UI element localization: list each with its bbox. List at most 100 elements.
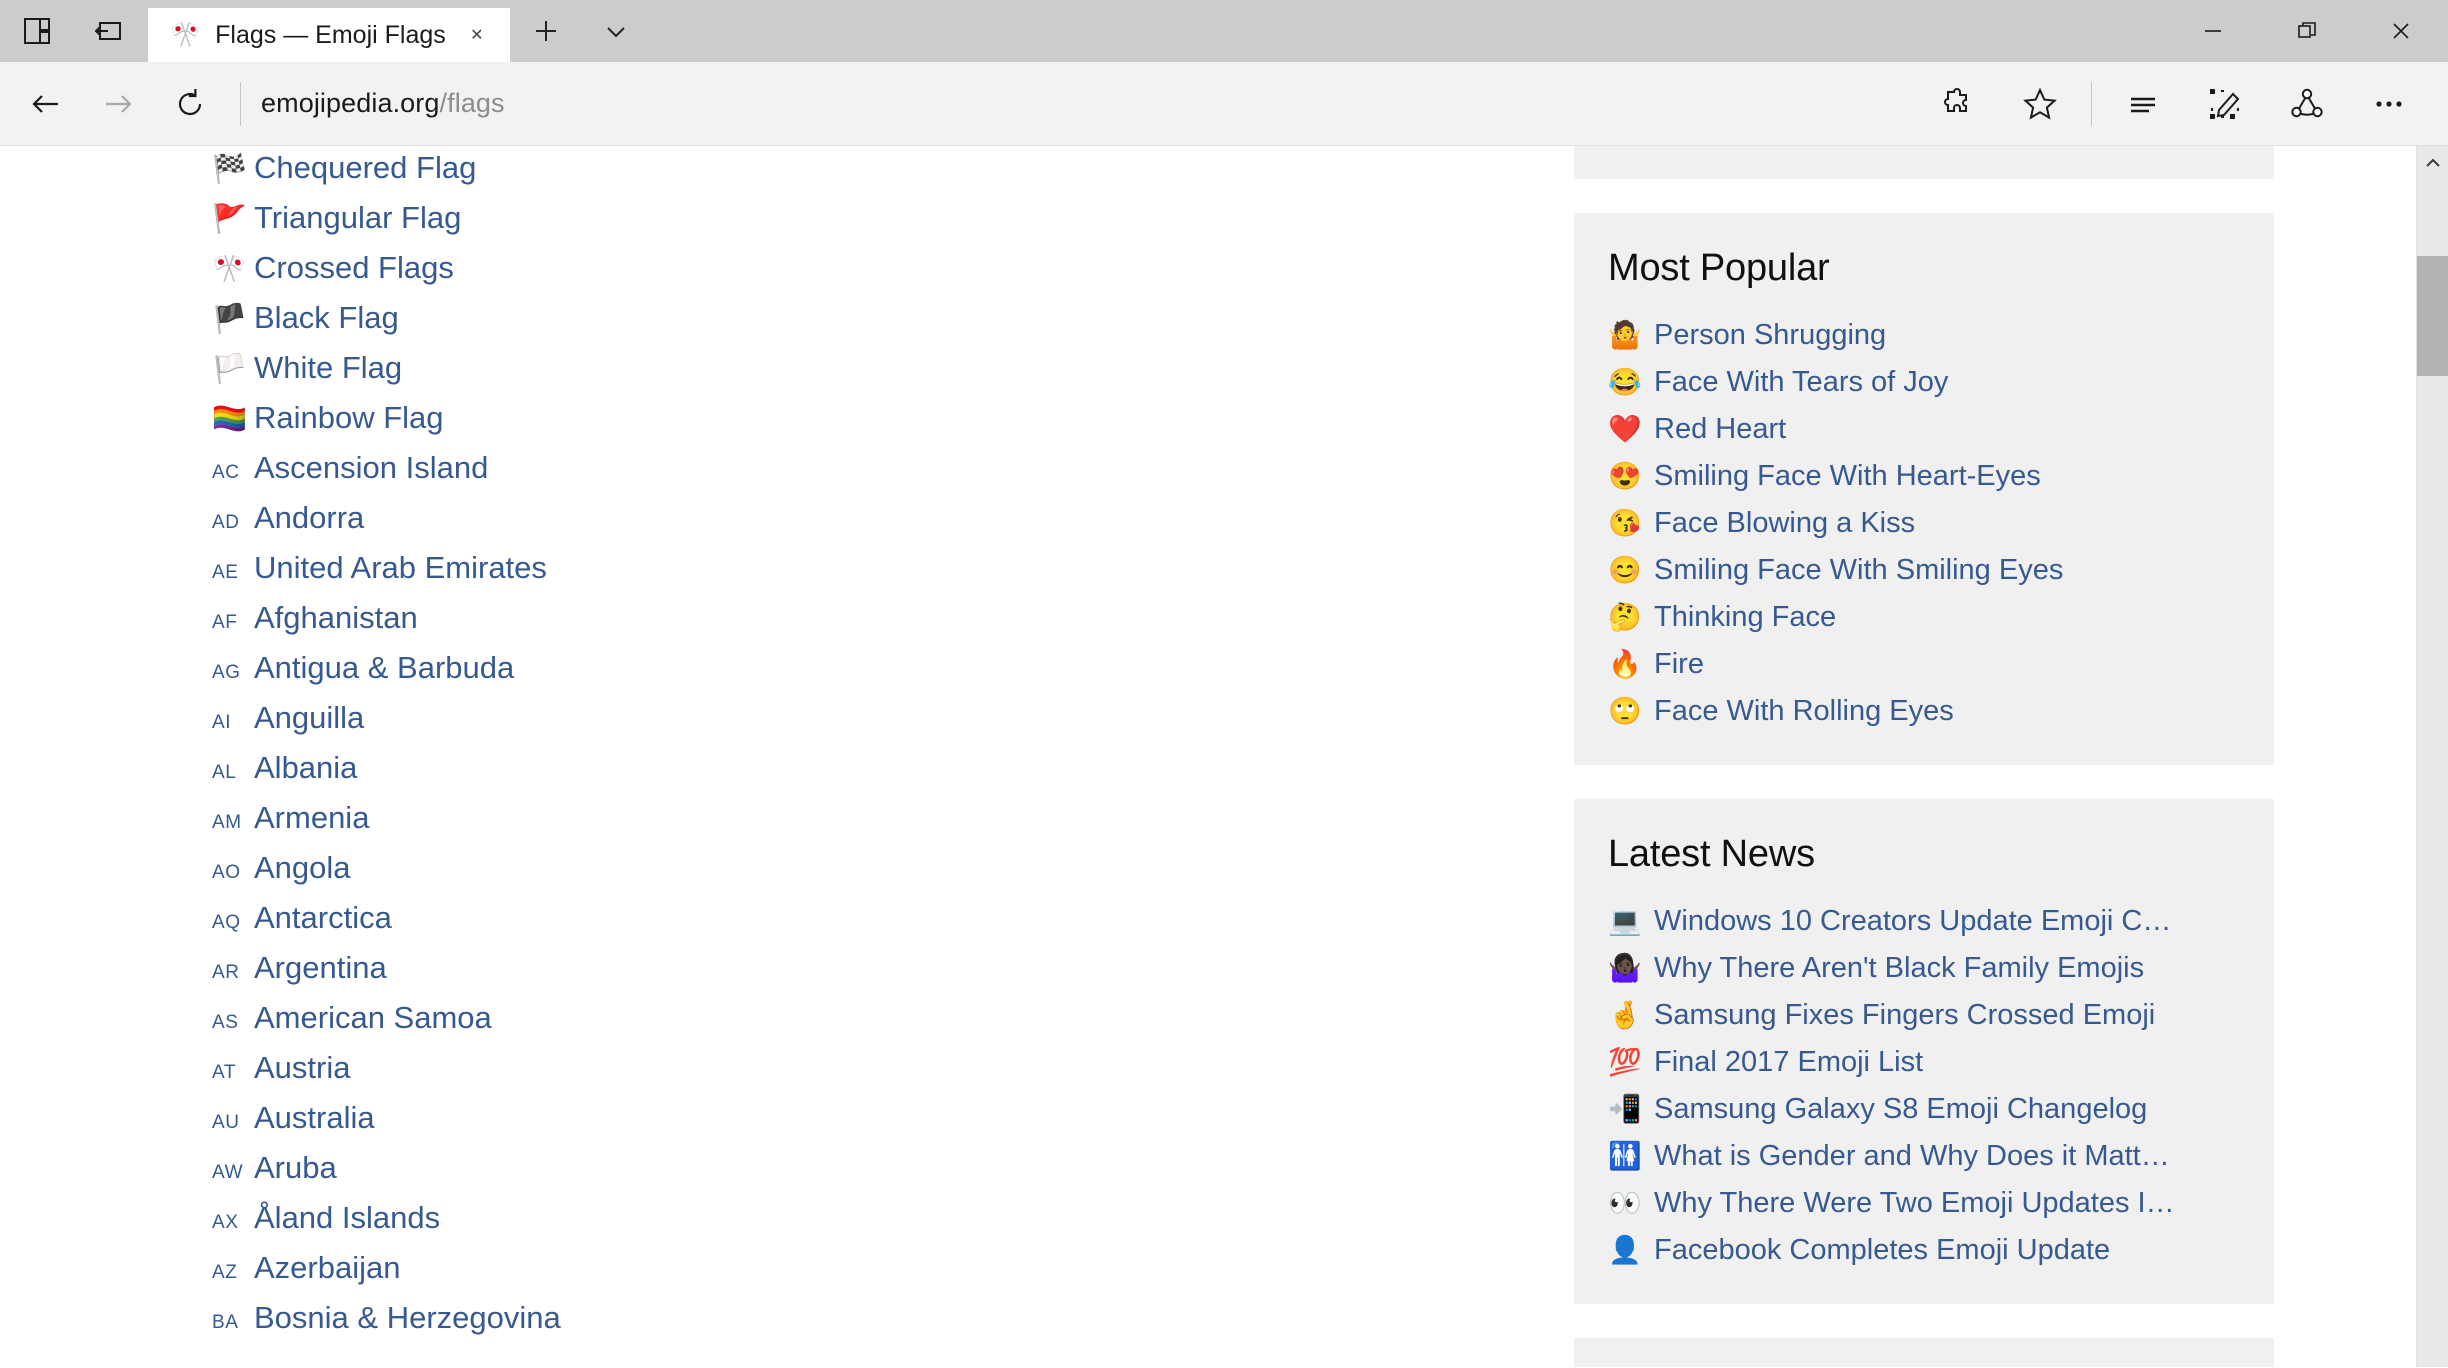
list-item[interactable]: 🤷 Person Shrugging <box>1608 312 2240 359</box>
list-item[interactable]: AR Argentina <box>212 950 1512 1000</box>
flag-label[interactable]: Crossed Flags <box>254 250 454 286</box>
flag-label[interactable]: United Arab Emirates <box>254 550 547 586</box>
list-item[interactable]: 📲 Samsung Galaxy S8 Emoji Changelog <box>1608 1086 2240 1133</box>
list-item[interactable]: AI Anguilla <box>212 700 1512 750</box>
flag-label[interactable]: Triangular Flag <box>254 200 461 236</box>
list-item[interactable]: 🤷🏿‍♀️ Why There Aren't Black Family Emoj… <box>1608 945 2240 992</box>
list-item[interactable]: 🔥 Fire <box>1608 641 2240 688</box>
flag-label[interactable]: Chequered Flag <box>254 150 476 186</box>
list-item[interactable]: 🤞 Samsung Fixes Fingers Crossed Emoji <box>1608 992 2240 1039</box>
extensions-icon[interactable] <box>1917 73 1999 135</box>
scrollbar-thumb[interactable] <box>2417 256 2448 376</box>
list-item[interactable]: 🚩 Triangular Flag <box>212 200 1512 250</box>
emoji-label[interactable]: Fire <box>1654 648 1704 681</box>
list-item[interactable]: 👀 Why There Were Two Emoji Updates I… <box>1608 1180 2240 1227</box>
list-item[interactable]: 😂 Face With Tears of Joy <box>1608 359 2240 406</box>
scroll-up-arrow-icon[interactable] <box>2417 146 2448 180</box>
flag-label[interactable]: Azerbaijan <box>254 1250 400 1286</box>
tab-close-icon[interactable]: ✕ <box>460 18 494 52</box>
flag-label[interactable]: Aruba <box>254 1150 337 1186</box>
flag-label[interactable]: Åland Islands <box>254 1200 440 1236</box>
list-item[interactable]: BA Bosnia & Herzegovina <box>212 1300 1512 1350</box>
emoji-label[interactable]: Red Heart <box>1654 413 1786 446</box>
emoji-label[interactable]: Smiling Face With Smiling Eyes <box>1654 554 2063 587</box>
emoji-label[interactable]: Face Blowing a Kiss <box>1654 507 1915 540</box>
emoji-label[interactable]: Person Shrugging <box>1654 319 1886 352</box>
minimize-icon[interactable] <box>2166 0 2260 62</box>
refresh-icon[interactable] <box>154 73 226 135</box>
list-item[interactable]: AX Åland Islands <box>212 1200 1512 1250</box>
list-item[interactable]: 🏳️ White Flag <box>212 350 1512 400</box>
favorites-star-icon[interactable] <box>1999 73 2081 135</box>
restore-icon[interactable] <box>2260 0 2354 62</box>
emoji-label[interactable]: Face With Tears of Joy <box>1654 366 1948 399</box>
list-item[interactable]: AG Antigua & Barbuda <box>212 650 1512 700</box>
back-icon[interactable] <box>10 73 82 135</box>
flag-label[interactable]: Armenia <box>254 800 369 836</box>
flag-label[interactable]: Anguilla <box>254 700 364 736</box>
flag-label[interactable]: Andorra <box>254 500 364 536</box>
list-item[interactable]: 😘 Face Blowing a Kiss <box>1608 500 2240 547</box>
flag-label[interactable]: Antigua & Barbuda <box>254 650 514 686</box>
close-icon[interactable] <box>2354 0 2448 62</box>
flag-label[interactable]: Black Flag <box>254 300 399 336</box>
list-item[interactable]: AT Austria <box>212 1050 1512 1100</box>
list-item[interactable]: AO Angola <box>212 850 1512 900</box>
news-headline[interactable]: Samsung Galaxy S8 Emoji Changelog <box>1654 1093 2147 1126</box>
flag-label[interactable]: Australia <box>254 1100 375 1136</box>
list-item[interactable]: 🏁 Chequered Flag <box>212 150 1512 200</box>
tab-preview-icon[interactable] <box>16 10 58 52</box>
new-tab-button[interactable] <box>524 9 568 53</box>
list-item[interactable]: 🏴 Black Flag <box>212 300 1512 350</box>
flag-label[interactable]: Angola <box>254 850 351 886</box>
flag-label[interactable]: White Flag <box>254 350 402 386</box>
list-item[interactable]: AE United Arab Emirates <box>212 550 1512 600</box>
list-item[interactable]: AD Andorra <box>212 500 1512 550</box>
address-bar[interactable]: emojipedia.org/flags <box>261 88 1917 119</box>
chevron-down-icon[interactable] <box>594 9 638 53</box>
flag-label[interactable]: Argentina <box>254 950 387 986</box>
list-item[interactable]: 🤔 Thinking Face <box>1608 594 2240 641</box>
reading-view-icon[interactable] <box>2102 73 2184 135</box>
list-item[interactable]: 😍 Smiling Face With Heart-Eyes <box>1608 453 2240 500</box>
flag-label[interactable]: Austria <box>254 1050 350 1086</box>
flag-label[interactable]: Albania <box>254 750 357 786</box>
list-item[interactable]: 👤 Facebook Completes Emoji Update <box>1608 1227 2240 1274</box>
list-item[interactable]: AQ Antarctica <box>212 900 1512 950</box>
news-headline[interactable]: Samsung Fixes Fingers Crossed Emoji <box>1654 999 2155 1032</box>
list-item[interactable]: 🚻 What is Gender and Why Does it Matt… <box>1608 1133 2240 1180</box>
flag-label[interactable]: Rainbow Flag <box>254 400 444 436</box>
list-item[interactable]: AC Ascension Island <box>212 450 1512 500</box>
flag-label[interactable]: Antarctica <box>254 900 392 936</box>
list-item[interactable]: AM Armenia <box>212 800 1512 850</box>
flag-label[interactable]: Ascension Island <box>254 450 488 486</box>
list-item[interactable]: 🏳️‍🌈 Rainbow Flag <box>212 400 1512 450</box>
list-item[interactable]: AU Australia <box>212 1100 1512 1150</box>
list-item[interactable]: 😊 Smiling Face With Smiling Eyes <box>1608 547 2240 594</box>
news-headline[interactable]: Final 2017 Emoji List <box>1654 1046 1923 1079</box>
browser-tab[interactable]: 🎌 Flags — Emoji Flags ✕ <box>148 8 510 62</box>
flag-label[interactable]: Afghanistan <box>254 600 418 636</box>
news-headline[interactable]: Why There Were Two Emoji Updates I… <box>1654 1187 2175 1220</box>
list-item[interactable]: 💯 Final 2017 Emoji List <box>1608 1039 2240 1086</box>
list-item[interactable]: 💻 Windows 10 Creators Update Emoji C… <box>1608 898 2240 945</box>
set-aside-tabs-icon[interactable] <box>88 10 130 52</box>
news-headline[interactable]: Windows 10 Creators Update Emoji C… <box>1654 905 2171 938</box>
list-item[interactable]: 🙄 Face With Rolling Eyes <box>1608 688 2240 735</box>
vertical-scrollbar[interactable] <box>2416 146 2448 1367</box>
flag-label[interactable]: American Samoa <box>254 1000 492 1036</box>
emoji-label[interactable]: Smiling Face With Heart-Eyes <box>1654 460 2041 493</box>
share-icon[interactable] <box>2266 73 2348 135</box>
list-item[interactable]: AW Aruba <box>212 1150 1512 1200</box>
list-item[interactable]: AL Albania <box>212 750 1512 800</box>
flag-label[interactable]: Bosnia & Herzegovina <box>254 1300 561 1336</box>
web-notes-icon[interactable] <box>2184 73 2266 135</box>
list-item[interactable]: AF Afghanistan <box>212 600 1512 650</box>
news-headline[interactable]: Why There Aren't Black Family Emojis <box>1654 952 2144 985</box>
list-item[interactable]: 🎌 Crossed Flags <box>212 250 1512 300</box>
emoji-label[interactable]: Thinking Face <box>1654 601 1836 634</box>
more-settings-icon[interactable] <box>2348 73 2430 135</box>
list-item[interactable]: ❤️ Red Heart <box>1608 406 2240 453</box>
news-headline[interactable]: What is Gender and Why Does it Matt… <box>1654 1140 2170 1173</box>
news-headline[interactable]: Facebook Completes Emoji Update <box>1654 1234 2110 1267</box>
